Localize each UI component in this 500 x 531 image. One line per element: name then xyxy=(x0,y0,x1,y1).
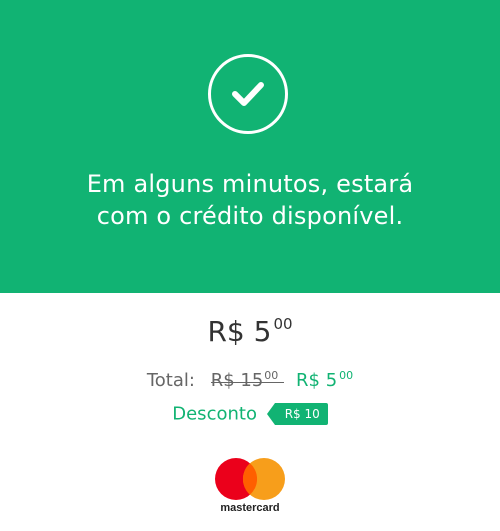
final-price: R$ 5 00 xyxy=(296,369,354,391)
discount-row: Desconto R$ 10 xyxy=(0,403,500,425)
success-message: Em alguns minutos, estará com o crédito … xyxy=(0,168,500,232)
paid-amount: R$ 5 00 xyxy=(0,315,500,348)
total-row: Total: R$ 1500 R$ 5 00 xyxy=(0,369,500,391)
mastercard-wordmark: mastercard xyxy=(220,502,280,514)
success-message-line1: Em alguns minutos, estará xyxy=(86,170,414,198)
final-price-cents: 00 xyxy=(339,369,354,382)
strikethrough-line xyxy=(210,381,285,384)
mastercard-logo-icon xyxy=(215,458,285,500)
paid-amount-main: R$ 5 xyxy=(207,315,272,348)
original-price-cents: 00 xyxy=(264,369,279,382)
checkmark-icon xyxy=(208,54,288,134)
original-price: R$ 1500 xyxy=(210,369,285,391)
success-message-line2: com o crédito disponível. xyxy=(96,202,404,230)
discount-badge: R$ 10 xyxy=(266,403,328,425)
mastercard-logo: mastercard xyxy=(213,457,287,517)
final-price-main: R$ 5 xyxy=(296,370,338,391)
success-header: Em alguns minutos, estará com o crédito … xyxy=(0,0,500,293)
discount-label: Desconto xyxy=(172,403,257,425)
original-price-main: R$ 15 xyxy=(210,370,264,391)
total-label: Total: xyxy=(146,370,195,391)
paid-amount-cents: 00 xyxy=(273,315,293,333)
